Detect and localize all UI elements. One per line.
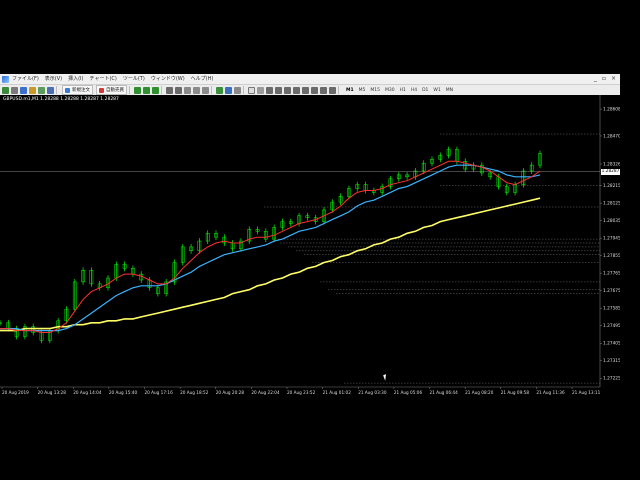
time-tick-label: 21 Aug 06:44 (430, 390, 459, 395)
text-icon[interactable] (311, 86, 318, 94)
new-order-label: 新規注文 (72, 88, 90, 93)
time-tick-label: 20 Aug 13:28 (38, 390, 67, 395)
price-tick-label: 1.27225 (603, 376, 620, 382)
right-margin (620, 74, 640, 405)
toolbar-separator (161, 86, 162, 94)
data-window-icon[interactable] (29, 86, 36, 94)
time-tick-label: 20 Aug 17:16 (145, 390, 174, 395)
toolbar-separator (338, 86, 339, 94)
price-tick-label: 1.27855 (603, 253, 620, 259)
periods-icon[interactable] (225, 86, 232, 94)
time-tick-label: 20 Aug 18:52 (180, 390, 209, 395)
line-chart-icon[interactable] (152, 86, 159, 94)
time-tick-label: 21 Aug 01:02 (323, 390, 352, 395)
menu-help[interactable]: ヘルプ(H) (191, 74, 214, 84)
vertical-line-icon[interactable] (266, 86, 273, 94)
timeframe-m1[interactable]: M1 (346, 88, 354, 93)
new-order-icon (65, 87, 70, 93)
auto-trade-label: 自動売買 (106, 88, 124, 93)
time-tick-label: 20 Aug 2019 (2, 390, 29, 395)
trendline-icon[interactable] (284, 86, 291, 94)
price-tick-label: 1.27675 (603, 288, 620, 294)
timeframe-h1[interactable]: H1 (400, 88, 406, 93)
timeframe-w1[interactable]: W1 (433, 88, 440, 93)
time-tick-label: 21 Aug 09:58 (501, 390, 530, 395)
profiles-icon[interactable] (11, 86, 18, 94)
time-tick-label: 21 Aug 13:11 (572, 390, 601, 395)
time-tick-label: 20 Aug 20:28 (216, 390, 245, 395)
arrows-icon[interactable] (329, 86, 336, 94)
menu-file[interactable]: ファイル(F) (12, 74, 39, 84)
navigator-icon[interactable] (38, 86, 45, 94)
timeframe-m15[interactable]: M15 (370, 88, 380, 93)
zoom-in-icon[interactable] (166, 86, 173, 94)
auto-trade-button[interactable]: 自動売買 (96, 85, 127, 95)
price-tick-label: 1.27765 (603, 271, 620, 277)
close-button[interactable]: × (611, 74, 616, 84)
templates-icon[interactable] (234, 86, 241, 94)
price-tick-label: 1.27945 (603, 236, 620, 242)
app-logo-icon (2, 75, 9, 83)
horizontal-line-icon[interactable] (275, 86, 282, 94)
price-tick-label: 1.28215 (603, 183, 620, 189)
toolbar-separator (211, 86, 212, 94)
time-tick-label: 20 Aug 15:40 (109, 390, 138, 395)
indicators-icon[interactable] (216, 86, 223, 94)
time-tick-label: 20 Aug 14:04 (73, 390, 102, 395)
price-tick-label: 1.27585 (603, 306, 620, 312)
chart-title: GBPUSD.m1,M1 1.28288 1.28288 1.28287 1.2… (3, 97, 119, 102)
price-tick-label: 1.27405 (603, 341, 620, 347)
current-price-tag: 1.28287 (601, 168, 620, 175)
price-tick-label: 1.27315 (603, 358, 620, 364)
timeframe-h4[interactable]: H4 (411, 88, 417, 93)
timeframe-d1[interactable]: D1 (422, 88, 428, 93)
new-chart-icon[interactable] (2, 86, 9, 94)
auto-scroll-icon[interactable] (202, 86, 209, 94)
fibonacci-icon[interactable] (302, 86, 309, 94)
auto-trade-icon (99, 87, 104, 93)
price-tick-label: 1.28608 (603, 107, 620, 113)
menu-bar: ファイル(F) 表示(V) 挿入(I) チャート(C) ツール(T) ウィンドウ… (0, 74, 620, 85)
window-controls: _ ▫ × (594, 74, 616, 84)
label-icon[interactable] (320, 86, 327, 94)
terminal-icon[interactable] (47, 86, 54, 94)
minimize-button[interactable]: _ (594, 74, 597, 84)
menu-insert[interactable]: 挿入(I) (68, 74, 83, 84)
restore-button[interactable]: ▫ (602, 74, 606, 84)
market-watch-icon[interactable] (20, 86, 27, 94)
candlestick-icon[interactable] (143, 86, 150, 94)
chart-background (0, 95, 620, 405)
time-tick-label: 20 Aug 22:04 (251, 390, 280, 395)
price-tick-label: 1.28470 (603, 133, 620, 139)
menu-view[interactable]: 表示(V) (45, 74, 62, 84)
time-tick-label: 21 Aug 11:36 (536, 390, 565, 395)
chart-shift-icon[interactable] (193, 86, 200, 94)
price-tick-label: 1.28326 (603, 161, 620, 167)
time-tick-label: 21 Aug 08:20 (465, 390, 494, 395)
new-order-button[interactable]: 新規注文 (62, 85, 93, 95)
price-tick-label: 1.28035 (603, 218, 620, 224)
mt4-window: ファイル(F) 表示(V) 挿入(I) チャート(C) ツール(T) ウィンドウ… (0, 74, 620, 405)
time-tick-label: 20 Aug 23:52 (287, 390, 316, 395)
timeframe-mn[interactable]: MN (446, 88, 453, 93)
toolbar-separator (243, 86, 244, 94)
zoom-out-icon[interactable] (175, 86, 182, 94)
equidistant-channel-icon[interactable] (293, 86, 300, 94)
cursor-icon[interactable] (248, 86, 255, 94)
price-chart[interactable]: 1.28608 1.28470 1.28326 1.28215 1.28125 1.280… (0, 95, 620, 405)
price-tick-label: 1.28125 (603, 201, 620, 207)
menu-tools[interactable]: ツール(T) (123, 74, 145, 84)
timeframe-m30[interactable]: M30 (385, 88, 395, 93)
toolbar-separator (56, 86, 57, 94)
timeframe-m5[interactable]: M5 (359, 88, 366, 93)
tile-windows-icon[interactable] (184, 86, 191, 94)
crosshair-icon[interactable] (257, 86, 264, 94)
price-tick-label: 1.27495 (603, 323, 620, 329)
menu-chart[interactable]: チャート(C) (90, 74, 117, 84)
bar-chart-icon[interactable] (134, 86, 141, 94)
menu-window[interactable]: ウィンドウ(W) (151, 74, 185, 84)
toolbar-separator (129, 86, 130, 94)
time-tick-label: 21 Aug 05:06 (394, 390, 423, 395)
time-tick-label: 21 Aug 03:30 (358, 390, 387, 395)
